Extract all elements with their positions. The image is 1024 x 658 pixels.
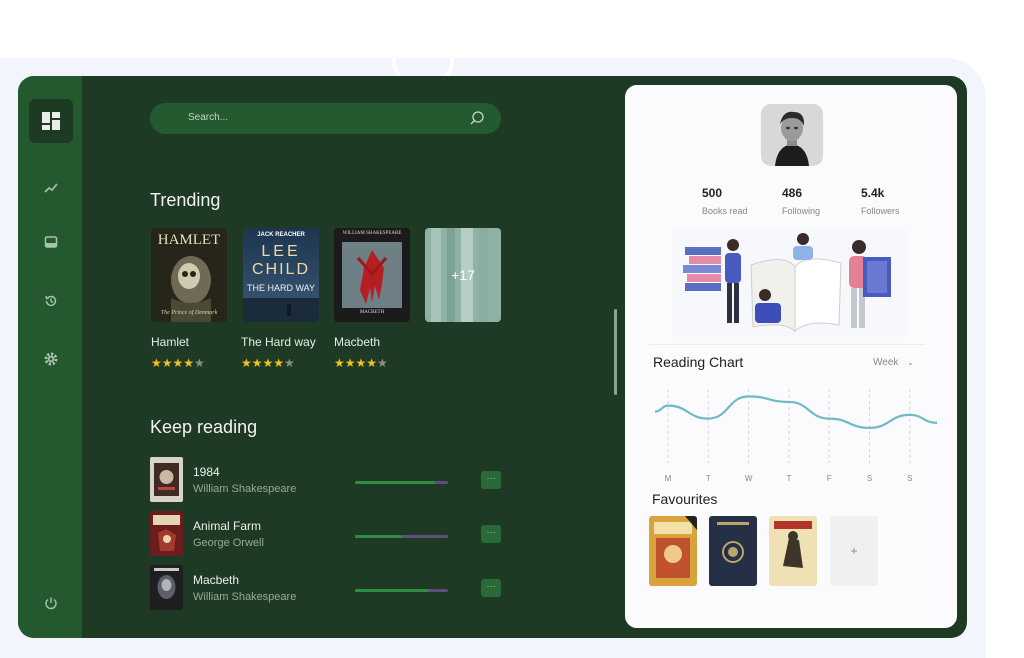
reading-progress-bar bbox=[355, 535, 448, 538]
reading-author: William Shakespeare bbox=[193, 483, 297, 495]
more-options-button[interactable]: ··· bbox=[481, 471, 501, 489]
favourites-heading: Favourites bbox=[652, 491, 718, 507]
period-select-value: Week bbox=[873, 357, 899, 368]
chart-series-line bbox=[655, 395, 938, 429]
list-item[interactable]: Animal Farm George Orwell ··· bbox=[150, 511, 502, 557]
sidebar-item-dashboard[interactable] bbox=[29, 99, 73, 143]
book-cover-the-hard-way[interactable]: JACK REACHER LEE CHILD THE HARD WAY bbox=[243, 228, 319, 322]
rating-hamlet: ★★★★★ bbox=[151, 356, 205, 370]
reading-chart: MTWTFSS bbox=[655, 389, 938, 483]
add-favourite-button[interactable]: + bbox=[830, 516, 878, 586]
stat-followers: 5.4k Followers bbox=[861, 186, 900, 216]
reading-title: 1984 bbox=[193, 465, 220, 479]
dashboard-icon bbox=[42, 112, 60, 130]
book-cover-macbeth-small bbox=[150, 565, 183, 610]
stat-value: 486 bbox=[782, 186, 803, 200]
macbeth-cover-art bbox=[334, 228, 410, 322]
search-bar[interactable]: Search... bbox=[150, 103, 501, 134]
sidebar-item-inbox[interactable] bbox=[29, 220, 73, 264]
inbox-icon bbox=[44, 236, 58, 248]
sidebar-item-logout[interactable] bbox=[29, 581, 73, 625]
chart-tick-label: F bbox=[827, 474, 832, 483]
reading-author: William Shakespeare bbox=[193, 591, 297, 603]
chevron-down-icon: ⌄ bbox=[907, 358, 914, 367]
macbeth-cover-title: MACBETH bbox=[359, 310, 385, 315]
hamlet-cover-title: HAMLET bbox=[157, 232, 221, 248]
book-cover-1984 bbox=[150, 457, 183, 502]
reading-title: Macbeth bbox=[193, 573, 240, 587]
keep-reading-heading: Keep reading bbox=[150, 417, 258, 437]
stat-label: Following bbox=[782, 206, 821, 216]
stat-label: Followers bbox=[861, 206, 900, 216]
book-title-the-hard-way[interactable]: The Hard way bbox=[241, 335, 316, 349]
search-icon[interactable] bbox=[469, 110, 485, 126]
rating-macbeth: ★★★★★ bbox=[334, 356, 388, 370]
chart-tick-label: S bbox=[867, 474, 872, 483]
macbeth-cover-author: WILLIAM SHAKESPEARE bbox=[342, 231, 402, 236]
sidebar-item-trends[interactable] bbox=[29, 166, 73, 210]
sidebar bbox=[18, 76, 82, 638]
favourite-book-1[interactable] bbox=[649, 516, 697, 586]
book-title-hamlet[interactable]: Hamlet bbox=[151, 335, 189, 349]
reading-illustration bbox=[673, 227, 907, 337]
gear-icon bbox=[44, 352, 58, 366]
hard-way-cover-line2: CHILD bbox=[251, 261, 310, 278]
favourite-book-3[interactable] bbox=[769, 516, 817, 586]
list-item[interactable]: Macbeth William Shakespeare ··· bbox=[150, 565, 502, 611]
more-books-count: +17 bbox=[451, 267, 475, 283]
power-icon bbox=[45, 597, 57, 610]
reading-author: George Orwell bbox=[193, 537, 264, 549]
sidebar-item-settings[interactable] bbox=[29, 337, 73, 381]
chart-tick-label: T bbox=[786, 474, 791, 483]
stat-following: 486 Following bbox=[782, 186, 820, 216]
reading-progress-bar bbox=[355, 481, 448, 484]
hard-way-cover-line1: LEE bbox=[261, 243, 301, 260]
reading-chart-title: Reading Chart bbox=[653, 354, 744, 370]
history-icon bbox=[45, 295, 57, 307]
stat-label: Books read bbox=[702, 206, 748, 216]
search-input[interactable]: Search... bbox=[188, 112, 228, 123]
app-window: Search... Trending HAMLET The Prince of … bbox=[18, 76, 967, 638]
more-books-tile[interactable]: +17 bbox=[425, 228, 501, 322]
more-options-button[interactable]: ··· bbox=[481, 525, 501, 543]
hard-way-cover-line3: THE HARD WAY bbox=[246, 283, 315, 293]
chart-tick-label: M bbox=[665, 474, 672, 483]
sidebar-item-history[interactable] bbox=[29, 279, 73, 323]
reading-title: Animal Farm bbox=[193, 519, 262, 533]
trending-heading: Trending bbox=[150, 190, 221, 210]
chart-tick-label: S bbox=[907, 474, 912, 483]
list-item[interactable]: 1984 William Shakespeare ··· bbox=[150, 457, 502, 503]
hamlet-cover-subtitle: The Prince of Denmark bbox=[160, 310, 218, 316]
favourite-book-2[interactable] bbox=[709, 516, 757, 586]
period-select[interactable]: Week ⌄ bbox=[873, 357, 914, 368]
more-options-button[interactable]: ··· bbox=[481, 579, 501, 597]
book-cover-animal-farm bbox=[150, 511, 183, 556]
rating-the-hard-way: ★★★★★ bbox=[241, 356, 295, 370]
avatar[interactable] bbox=[761, 104, 823, 166]
stat-value: 500 bbox=[702, 186, 723, 200]
book-title-macbeth[interactable]: Macbeth bbox=[334, 335, 380, 349]
book-cover-macbeth[interactable]: WILLIAM SHAKESPEARE MACBETH bbox=[334, 228, 410, 322]
stat-value: 5.4k bbox=[861, 186, 885, 200]
divider bbox=[649, 344, 925, 345]
stat-books-read: 500 Books read bbox=[702, 186, 748, 216]
scrollbar[interactable] bbox=[614, 309, 617, 395]
trend-icon bbox=[44, 183, 58, 193]
hard-way-cover-author: JACK REACHER bbox=[257, 232, 305, 238]
reading-progress-bar bbox=[355, 589, 448, 592]
book-cover-hamlet[interactable]: HAMLET The Prince of Denmark bbox=[151, 228, 227, 322]
chart-tick-label: T bbox=[706, 474, 711, 483]
profile-panel: 500 Books read 486 Following 5.4k Follow… bbox=[625, 85, 957, 628]
chart-tick-label: W bbox=[745, 474, 753, 483]
